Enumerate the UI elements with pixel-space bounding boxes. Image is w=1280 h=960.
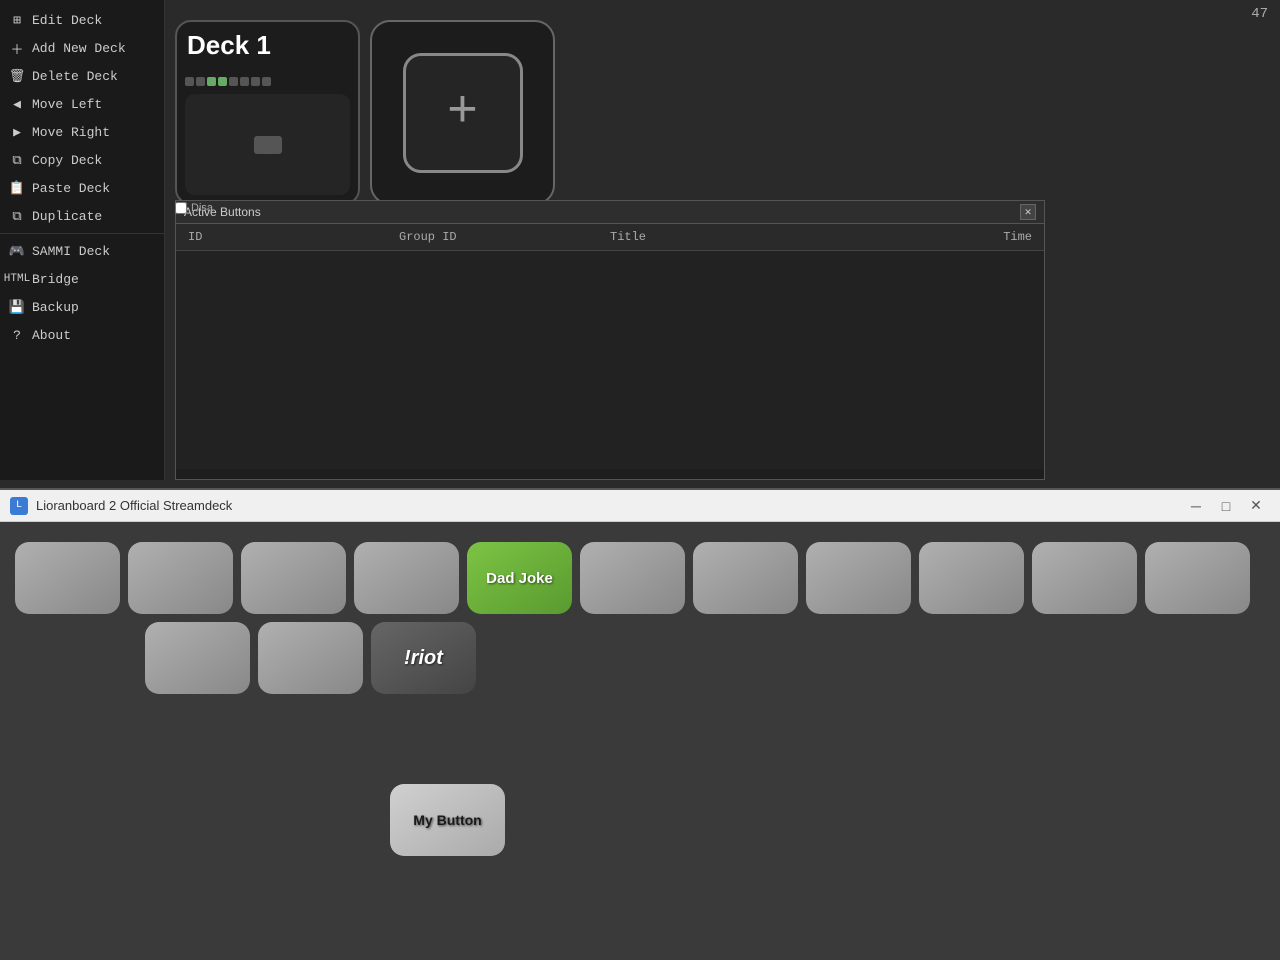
deck-area: Deck 1 + bbox=[165, 10, 565, 215]
sidebar-item-duplicate[interactable]: ⧉ Duplicate bbox=[0, 202, 164, 230]
sidebar-divider-1 bbox=[0, 233, 164, 234]
sd-btn-r2-1[interactable] bbox=[258, 622, 363, 694]
window-controls: ─ □ ✕ bbox=[1182, 495, 1270, 517]
deck-dot-4 bbox=[218, 77, 227, 86]
add-deck-plus-icon: + bbox=[403, 53, 523, 173]
about-icon: ? bbox=[8, 326, 26, 344]
ab-col-title: Title bbox=[610, 230, 821, 244]
copy-deck-icon: ⧉ bbox=[8, 151, 26, 169]
bridge-icon: HTML bbox=[8, 270, 26, 288]
sd-btn-dad-joke[interactable]: Dad Joke bbox=[467, 542, 572, 614]
move-right-icon: ▶ bbox=[8, 123, 26, 141]
sidebar-item-copy-deck[interactable]: ⧉ Copy Deck bbox=[0, 146, 164, 174]
edit-deck-icon: ⊞ bbox=[8, 11, 26, 29]
deck-dot-2 bbox=[196, 77, 205, 86]
sammi-deck-icon: 🎮 bbox=[8, 242, 26, 260]
sd-btn-my-button[interactable]: My Button bbox=[390, 784, 505, 856]
add-deck-card[interactable]: + bbox=[370, 20, 555, 205]
deck-1-title: Deck 1 bbox=[187, 30, 271, 61]
ab-col-time: Time bbox=[821, 230, 1032, 244]
deck-dots bbox=[185, 74, 350, 88]
sidebar-item-about[interactable]: ? About bbox=[0, 321, 164, 349]
sd-btn-r1-1[interactable] bbox=[128, 542, 233, 614]
active-buttons-close-button[interactable]: ✕ bbox=[1020, 204, 1036, 220]
deck-dot-3 bbox=[207, 77, 216, 86]
disable-row: Disa bbox=[175, 202, 213, 214]
sd-btn-r1-2[interactable] bbox=[241, 542, 346, 614]
sd-btn-riot[interactable]: !riot bbox=[371, 622, 476, 694]
active-buttons-columns: ID Group ID Title Time bbox=[176, 224, 1044, 251]
sidebar-item-backup[interactable]: 💾 Backup bbox=[0, 293, 164, 321]
bottom-window: L Lioranboard 2 Official Streamdeck ─ □ … bbox=[0, 488, 1280, 960]
deck-dot-7 bbox=[251, 77, 260, 86]
row1: Dad Joke bbox=[10, 542, 1270, 614]
backup-icon: 💾 bbox=[8, 298, 26, 316]
disable-checkbox[interactable] bbox=[175, 202, 187, 214]
bottom-titlebar: L Lioranboard 2 Official Streamdeck ─ □ … bbox=[0, 490, 1280, 522]
active-buttons-panel: Active Buttons ✕ ID Group ID Title Time bbox=[175, 200, 1045, 480]
row2: !riot bbox=[10, 622, 1270, 694]
bottom-title-text: Lioranboard 2 Official Streamdeck bbox=[36, 498, 1174, 513]
close-button[interactable]: ✕ bbox=[1242, 495, 1270, 517]
duplicate-icon: ⧉ bbox=[8, 207, 26, 225]
active-buttons-body bbox=[176, 251, 1044, 469]
deck-dot-1 bbox=[185, 77, 194, 86]
sidebar-item-move-right[interactable]: ▶ Move Right bbox=[0, 118, 164, 146]
sd-btn-r1-3[interactable] bbox=[354, 542, 459, 614]
ab-col-group: Group ID bbox=[399, 230, 610, 244]
deck-dot-6 bbox=[240, 77, 249, 86]
sidebar-item-edit-deck[interactable]: ⊞ Edit Deck bbox=[0, 6, 164, 34]
paste-deck-icon: 📋 bbox=[8, 179, 26, 197]
minimize-button[interactable]: ─ bbox=[1182, 495, 1210, 517]
sidebar-item-delete-deck[interactable]: 🗑 Delete Deck bbox=[0, 62, 164, 90]
sidebar-item-sammi-deck[interactable]: 🎮 SAMMI Deck bbox=[0, 237, 164, 265]
sd-btn-r2-0[interactable] bbox=[145, 622, 250, 694]
delete-deck-icon: 🗑 bbox=[8, 67, 26, 85]
sidebar-item-paste-deck[interactable]: 📋 Paste Deck bbox=[0, 174, 164, 202]
move-left-icon: ◀ bbox=[8, 95, 26, 113]
sd-btn-r1-10[interactable] bbox=[1145, 542, 1250, 614]
sd-btn-r1-5[interactable] bbox=[580, 542, 685, 614]
deck-dot-8 bbox=[262, 77, 271, 86]
sd-btn-r1-0[interactable] bbox=[15, 542, 120, 614]
sidebar: ⊞ Edit Deck ＋ Add New Deck 🗑 Delete Deck… bbox=[0, 0, 165, 480]
disable-label: Disa bbox=[191, 202, 213, 214]
row-mybutton: My Button bbox=[0, 784, 1280, 856]
top-counter: 47 bbox=[1251, 6, 1268, 22]
sd-btn-r1-9[interactable] bbox=[1032, 542, 1137, 614]
sd-btn-r1-6[interactable] bbox=[693, 542, 798, 614]
sidebar-item-add-new-deck[interactable]: ＋ Add New Deck bbox=[0, 34, 164, 62]
deck-1-card[interactable]: Deck 1 bbox=[175, 20, 360, 205]
sd-btn-r1-8[interactable] bbox=[919, 542, 1024, 614]
maximize-button[interactable]: □ bbox=[1212, 495, 1240, 517]
active-buttons-header: Active Buttons ✕ bbox=[176, 201, 1044, 224]
deck-inner-icon bbox=[254, 136, 282, 154]
add-deck-icon: ＋ bbox=[8, 39, 26, 57]
sd-btn-r1-7[interactable] bbox=[806, 542, 911, 614]
deck-dot-5 bbox=[229, 77, 238, 86]
bottom-title-icon: L bbox=[10, 497, 28, 515]
sidebar-item-move-left[interactable]: ◀ Move Left bbox=[0, 90, 164, 118]
sidebar-item-bridge[interactable]: HTML Bridge bbox=[0, 265, 164, 293]
ab-col-id: ID bbox=[188, 230, 399, 244]
deck-inner bbox=[185, 94, 350, 195]
streamdeck-area: Dad Joke !riot bbox=[0, 522, 1280, 704]
